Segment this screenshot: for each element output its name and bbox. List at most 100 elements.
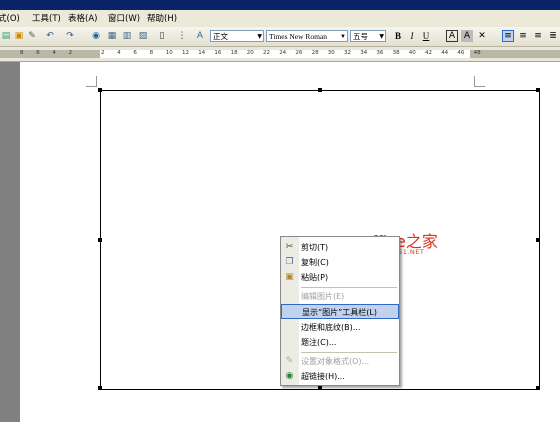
menu-item-cut[interactable]: ✂ 剪切(T) [281, 240, 399, 255]
resize-handle[interactable] [536, 88, 540, 92]
menu-item-label: 粘贴(P) [301, 273, 329, 282]
ruler-tick-label: 2 [101, 50, 105, 56]
underline-button[interactable]: U [420, 30, 432, 42]
ruler-tick-label: 46 [457, 50, 465, 56]
resize-handle[interactable] [536, 238, 540, 242]
undo-icon[interactable]: ↶ [44, 30, 56, 42]
margin-corner-mark [86, 76, 97, 87]
ruler-tick-label: 8 [20, 50, 24, 56]
hyperlink-toolbar-icon[interactable]: ◉ [90, 30, 102, 42]
menu-format[interactable]: 式(O) [0, 12, 20, 24]
char-scale-icon[interactable]: ✕ [476, 30, 488, 42]
char-shading-button[interactable]: A [461, 30, 473, 42]
format-object-icon: ✎ [285, 356, 294, 366]
menu-tools[interactable]: 工具(T) [32, 12, 61, 24]
font-select-value: Times New Roman [269, 32, 328, 41]
ruler-tick-label: 4 [117, 50, 121, 56]
resize-handle[interactable] [318, 88, 322, 92]
style-select[interactable]: 正文 ▼ [210, 30, 264, 42]
menu-item-paste[interactable]: ▣ 粘贴(P) [281, 270, 399, 285]
styles-pane-icon[interactable]: A [194, 30, 206, 42]
copy-icon: ❐ [285, 257, 294, 267]
format-painter-icon[interactable]: ✎ [26, 30, 38, 42]
menu-item-label: 题注(C)... [301, 338, 337, 347]
menu-item-copy[interactable]: ❐ 复制(C) [281, 255, 399, 270]
ruler-tick-label: 6 [36, 50, 40, 56]
paste-icon: ▣ [285, 272, 294, 282]
chevron-down-icon: ▼ [340, 34, 346, 40]
font-select[interactable]: Times New Roman ▼ [266, 30, 348, 42]
menu-window[interactable]: 窗口(W) [108, 12, 140, 24]
scissors-icon: ✂ [285, 242, 294, 252]
ruler-tick-label: 12 [182, 50, 189, 56]
resize-handle[interactable] [98, 386, 102, 390]
menu-item-edit-picture[interactable]: 编辑图片(E) [281, 289, 399, 304]
menu-help[interactable]: 帮助(H) [147, 12, 177, 24]
context-menu: ✂ 剪切(T) ❐ 复制(C) ▣ 粘贴(P) 编辑图片(E) 显示“图片”工具… [280, 236, 400, 386]
menu-separator [301, 287, 397, 288]
menu-item-show-picture-toolbar[interactable]: 显示“图片”工具栏(L) [281, 304, 399, 319]
menu-item-label: 剪切(T) [301, 243, 329, 252]
resize-handle[interactable] [536, 386, 540, 390]
ruler-tick-label: 20 [246, 50, 254, 56]
insert-table-icon[interactable]: ▥ [121, 30, 133, 42]
ruler-tick-label: 32 [344, 50, 351, 56]
size-select-value: 五号 [353, 32, 368, 41]
resize-handle[interactable] [98, 238, 102, 242]
chevron-down-icon: ▼ [257, 33, 262, 40]
ruler-tick-label: 8 [149, 50, 154, 56]
menu-item-label: 超链接(H)... [301, 372, 345, 381]
margin-corner-mark [474, 76, 485, 87]
align-center-icon[interactable]: ≡ [517, 30, 529, 42]
ruler-tick-label: 42 [425, 50, 432, 56]
align-justify-icon[interactable]: ≡ [502, 30, 514, 42]
formatting-toolbar: ▤ ▣ ✎ ↶ ↷ ◉ ▦ ▥ ▧ ▯ ⋮ A 正文 ▼ Times New R… [0, 27, 560, 47]
redo-icon[interactable]: ↷ [64, 30, 76, 42]
tables-borders-icon[interactable]: ▦ [106, 30, 118, 42]
insert-excel-icon[interactable]: ▧ [137, 30, 149, 42]
ruler-tick-label: 10 [165, 50, 173, 56]
ruler-tick-label: 24 [279, 50, 287, 56]
ruler-tick-label: 34 [360, 50, 368, 56]
columns-icon[interactable]: ▯ [156, 30, 168, 42]
menu-item-label: 边框和底纹(B)... [301, 323, 361, 332]
ruler-tick-label: 38 [392, 50, 400, 56]
ruler-tick-label: 44 [441, 50, 449, 56]
ruler-margin-left [0, 50, 100, 58]
menu-item-label: 设置对象格式(O)... [301, 357, 370, 366]
resize-handle[interactable] [98, 88, 102, 92]
menu-item-format-object[interactable]: ✎ 设置对象格式(O)... [281, 354, 399, 369]
char-border-button[interactable]: A [446, 30, 458, 42]
menu-item-label: 复制(C) [301, 258, 329, 267]
menu-item-label: 编辑图片(E) [301, 292, 345, 301]
ruler-tick-label: 16 [214, 50, 222, 56]
paste-toolbar-icon[interactable]: ▣ [13, 30, 25, 42]
ruler-tick-label: 28 [311, 50, 319, 56]
chevron-down-icon: ▼ [379, 33, 384, 40]
menu-bar: 式(O) 工具(T) 表格(A) 窗口(W) 帮助(H) [0, 10, 560, 28]
ruler-tick-label: 6 [133, 50, 137, 56]
menu-item-caption[interactable]: 题注(C)... [281, 335, 399, 350]
ruler-tick-label: 48 [473, 50, 481, 56]
title-bar [0, 0, 560, 10]
menu-item-borders-shading[interactable]: 边框和底纹(B)... [281, 320, 399, 335]
ruler-tick-label: 26 [295, 50, 303, 56]
menu-separator [301, 352, 397, 353]
toolbar-grip-icon: ⋮ [177, 31, 187, 41]
resize-handle[interactable] [318, 386, 322, 390]
ruler-margin-right [470, 50, 560, 58]
bold-button[interactable]: B [392, 30, 404, 42]
distributed-align-icon[interactable]: ≣ [547, 30, 559, 42]
align-right-icon[interactable]: ≡ [532, 30, 544, 42]
size-select[interactable]: 五号 ▼ [350, 30, 386, 42]
ruler-tick-label: 18 [230, 50, 238, 56]
italic-button[interactable]: I [406, 30, 418, 42]
horizontal-ruler[interactable]: 8 6 4 2 2 4 6 8 10 12 14 16 18 20 22 24 26 28 30 32 34 36 38 40… [0, 47, 560, 62]
menu-item-hyperlink[interactable]: ◉ 超链接(H)... [281, 369, 399, 384]
ruler-tick-label: 40 [408, 50, 416, 56]
ruler-tick-label: 14 [198, 50, 206, 56]
open-icon[interactable]: ▤ [0, 30, 12, 42]
menu-item-label: 显示“图片”工具栏(L) [302, 308, 377, 317]
ruler-tick-label: 2 [68, 50, 73, 56]
menu-table[interactable]: 表格(A) [68, 12, 97, 24]
